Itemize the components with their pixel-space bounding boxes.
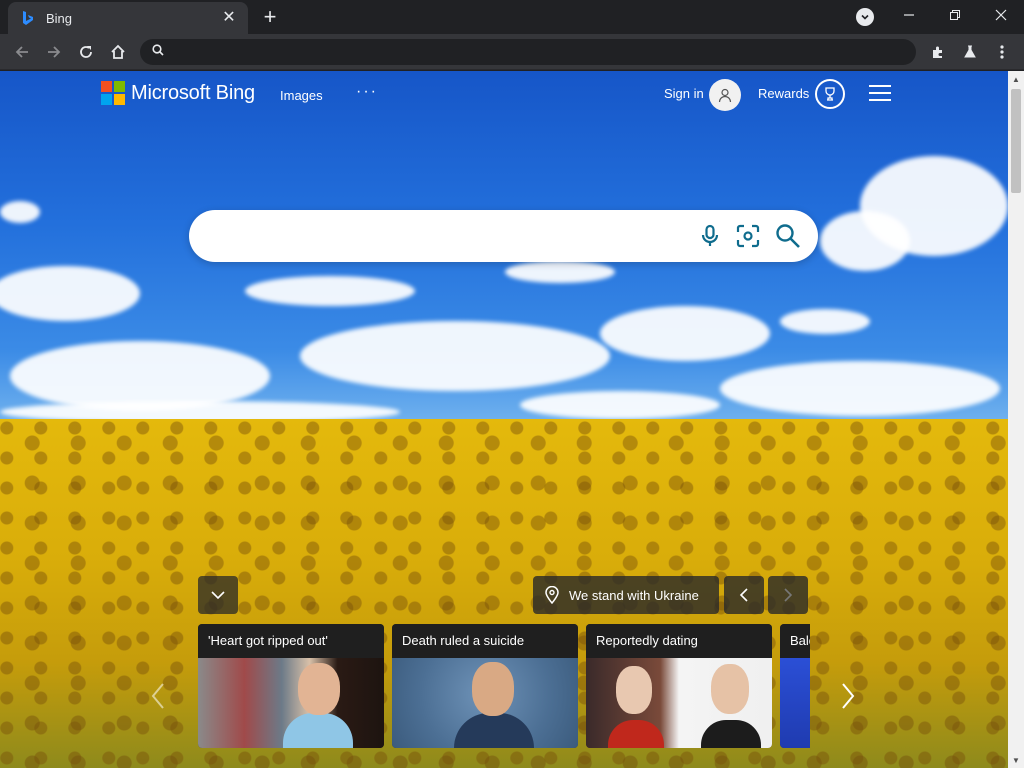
- news-card-title: 'Heart got ripped out': [198, 624, 384, 658]
- chevron-down-icon: [211, 591, 225, 600]
- ukraine-info-button[interactable]: We stand with Ukraine: [533, 576, 719, 614]
- sign-in-link[interactable]: Sign in: [664, 86, 704, 101]
- page-scrollbar[interactable]: ▲ ▼: [1008, 71, 1024, 768]
- previous-image-button[interactable]: [724, 576, 764, 614]
- search-box: [189, 210, 818, 262]
- scroll-down-icon[interactable]: ▼: [1008, 752, 1024, 768]
- avatar-icon[interactable]: [709, 79, 741, 111]
- ukraine-label: We stand with Ukraine: [569, 587, 699, 603]
- collapse-feed-button[interactable]: [198, 576, 238, 614]
- news-card[interactable]: 'Heart got ripped out': [198, 624, 384, 748]
- labs-flask-icon[interactable]: [956, 38, 984, 66]
- news-card-image: [780, 658, 810, 748]
- window-close-icon[interactable]: [978, 0, 1024, 30]
- new-tab-icon[interactable]: +: [258, 6, 282, 30]
- more-menu-button[interactable]: ···: [356, 83, 378, 101]
- nav-images-link[interactable]: Images: [280, 88, 323, 103]
- news-card[interactable]: Death ruled a suicide: [392, 624, 578, 748]
- scrollbar-thumb[interactable]: [1011, 89, 1021, 193]
- search-input[interactable]: [211, 224, 691, 248]
- microsoft-logo-icon: [101, 81, 125, 105]
- tab-title: Bing: [46, 10, 73, 26]
- carousel-next-icon[interactable]: [836, 676, 860, 716]
- rewards-link[interactable]: Rewards: [758, 86, 809, 101]
- tab-close-icon[interactable]: ✕: [220, 9, 238, 27]
- carousel-prev-icon[interactable]: [146, 676, 170, 716]
- news-card-title: Reportedly dating: [586, 624, 772, 658]
- forward-icon[interactable]: [40, 38, 68, 66]
- bing-logo[interactable]: Microsoft Bing: [101, 81, 255, 105]
- page-header: Microsoft Bing Images ··· Sign in Reward…: [0, 71, 1008, 117]
- address-input[interactable]: [172, 44, 916, 60]
- scroll-up-icon[interactable]: ▲: [1008, 71, 1024, 87]
- chevron-left-icon: [739, 588, 748, 602]
- search-icon[interactable]: [774, 222, 802, 250]
- news-card-image: [198, 658, 384, 748]
- news-card-image: [392, 658, 578, 748]
- news-card-image: [586, 658, 772, 748]
- location-pin-icon: [545, 586, 559, 604]
- omnibox-search-icon: [152, 43, 164, 61]
- browser-toolbar: [0, 34, 1024, 70]
- back-icon[interactable]: [8, 38, 36, 66]
- brand-name: Microsoft Bing: [131, 81, 255, 104]
- restore-icon[interactable]: [932, 0, 978, 30]
- home-icon[interactable]: [104, 38, 132, 66]
- next-image-button[interactable]: [768, 576, 808, 614]
- news-card-title: Death ruled a suicide: [392, 624, 578, 658]
- minimize-icon[interactable]: [886, 0, 932, 30]
- extensions-icon[interactable]: [924, 38, 952, 66]
- reload-icon[interactable]: [72, 38, 100, 66]
- microphone-icon[interactable]: [696, 222, 724, 250]
- address-bar[interactable]: [140, 39, 916, 65]
- bing-favicon-icon: [20, 10, 36, 26]
- hamburger-menu-icon[interactable]: [869, 85, 891, 103]
- chevron-right-icon: [784, 588, 793, 602]
- tab-strip: Bing ✕ +: [0, 0, 1024, 34]
- visual-search-icon[interactable]: [734, 222, 762, 250]
- rewards-trophy-icon[interactable]: [815, 79, 845, 109]
- tab-search-icon[interactable]: [856, 8, 874, 26]
- news-carousel: 'Heart got ripped out' Death ruled a sui…: [198, 624, 810, 748]
- browser-tab[interactable]: Bing ✕: [8, 2, 248, 34]
- menu-kebab-icon[interactable]: [988, 38, 1016, 66]
- news-card[interactable]: Reportedly dating: [586, 624, 772, 748]
- news-card[interactable]: Bald: [780, 624, 810, 748]
- news-card-title: Bald: [780, 624, 810, 658]
- bing-homepage: Microsoft Bing Images ··· Sign in Reward…: [0, 71, 1008, 768]
